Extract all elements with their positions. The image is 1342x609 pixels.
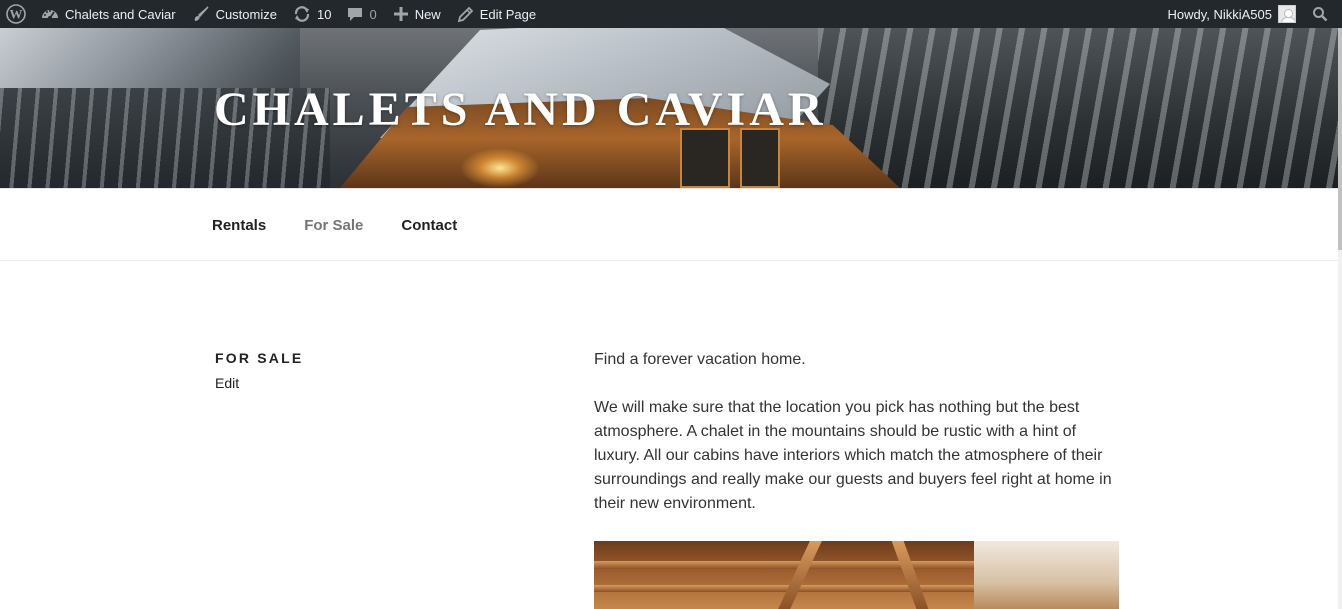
nav-menu: Rentals For Sale Contact [212,189,495,261]
header-trees-right [818,28,1338,188]
comments-link[interactable]: 0 [339,0,384,28]
edit-link[interactable]: Edit [215,375,239,391]
search-button[interactable] [1304,0,1342,28]
scrollbar-thumb[interactable] [1338,28,1342,250]
updates-link[interactable]: 10 [285,0,339,28]
nav-item-for-sale[interactable]: For Sale [304,217,363,234]
image-window-light [974,541,1119,609]
customize-link[interactable]: Customize [184,0,285,28]
customize-label: Customize [215,6,277,22]
main-navigation: Rentals For Sale Contact [0,188,1338,261]
site-title[interactable]: CHALETS AND CAVIAR [214,82,827,137]
edit-page-link[interactable]: Edit Page [449,0,544,28]
comment-icon [347,6,363,22]
page-title: FOR SALE [215,350,304,366]
greeting-label: Howdy, NikkiA505 [1167,6,1272,22]
my-account-menu[interactable]: Howdy, NikkiA505 [1159,0,1304,28]
admin-bar-right: Howdy, NikkiA505 [1159,0,1342,28]
pencil-icon [457,6,474,23]
dashboard-icon [41,6,59,22]
svg-text:W: W [10,7,23,22]
updates-icon [293,5,311,23]
entry-paragraph: We will make sure that the location you … [594,399,1112,512]
entry-content: Find a forever vacation home. We will ma… [594,348,1119,540]
nav-item-rentals[interactable]: Rentals [212,217,266,234]
edit-page-label: Edit Page [479,6,537,22]
wordpress-icon: W [6,4,26,24]
plus-icon [393,6,409,22]
new-label: New [414,6,441,22]
header-chalet-window [740,128,780,188]
header-image: CHALETS AND CAVIAR [0,28,1338,188]
search-icon [1312,6,1328,22]
page-scrollbar[interactable] [1338,28,1342,609]
site-name-link[interactable]: Chalets and Caviar [33,0,184,28]
image-beam [778,541,822,609]
updates-count: 10 [316,6,332,22]
new-content-link[interactable]: New [385,0,449,28]
comments-count: 0 [369,6,377,22]
header-chalet-window [680,128,730,188]
image-beam [891,541,929,609]
avatar [1278,5,1296,23]
entry-paragraph: Find a forever vacation home. [594,351,806,368]
cabin-interior-image [594,541,1119,609]
site-name-label: Chalets and Caviar [65,6,176,22]
admin-bar: W Chalets and Caviar Customize 10 0 New … [0,0,1342,28]
header-light-glow [460,148,540,188]
brush-icon [192,5,210,23]
wordpress-menu[interactable]: W [0,0,33,28]
nav-item-contact[interactable]: Contact [401,217,457,234]
admin-bar-left: W Chalets and Caviar Customize 10 0 New … [0,0,544,28]
